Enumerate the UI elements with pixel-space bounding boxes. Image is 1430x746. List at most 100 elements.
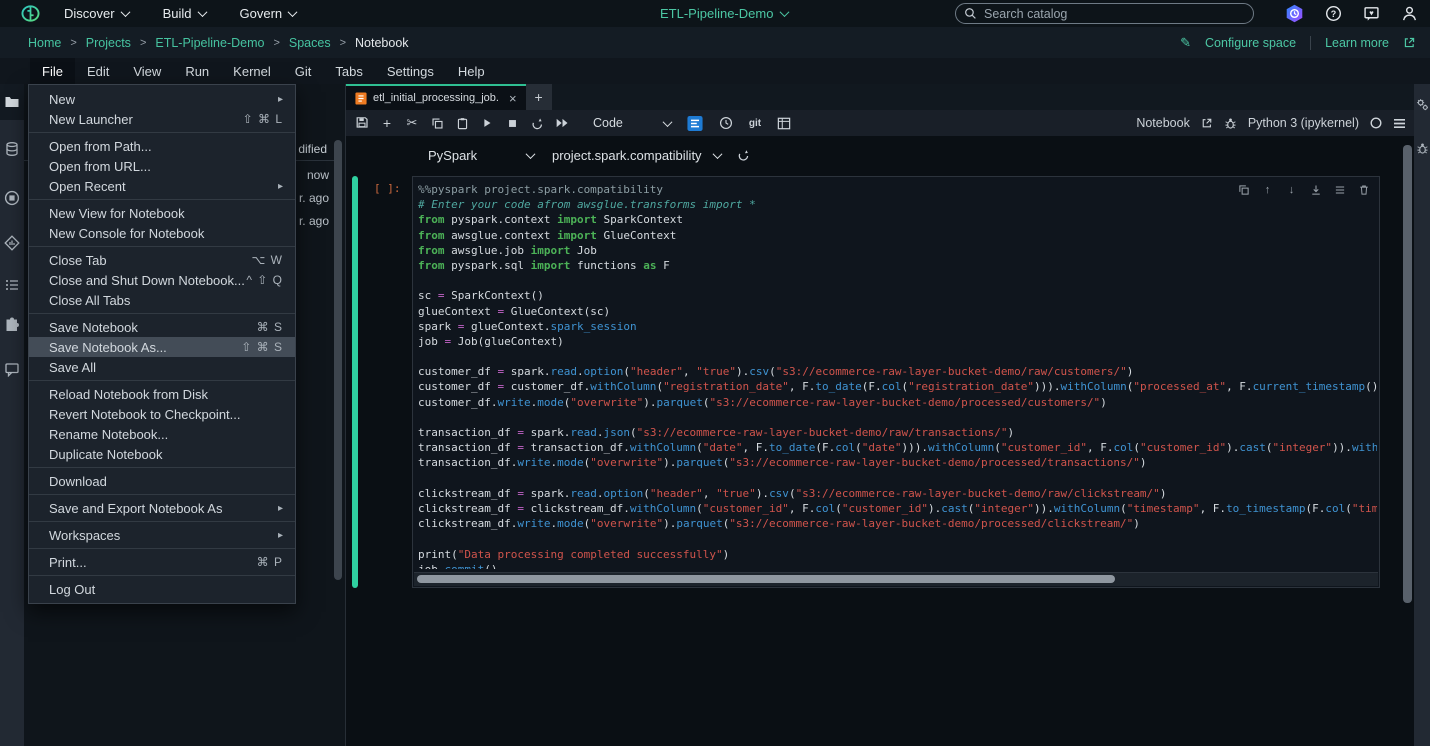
move-cell-down-icon[interactable]: ↓ [1284, 182, 1299, 197]
file-panel-scrollbar[interactable] [334, 140, 342, 580]
insert-cell-icon[interactable]: + [379, 115, 395, 131]
cut-cells-icon[interactable]: ✂ [404, 115, 420, 131]
menu-item-reload-notebook-from-disk[interactable]: Reload Notebook from Disk [29, 384, 295, 404]
menubar-item-edit[interactable]: Edit [75, 58, 121, 84]
format-code-icon[interactable] [687, 115, 703, 131]
assistant-q-icon[interactable] [1285, 4, 1304, 23]
menu-item-open-from-url[interactable]: Open from URL... [29, 156, 295, 176]
run-cell-icon[interactable] [479, 115, 495, 131]
menu-item-save-notebook[interactable]: Save Notebook⌘ S [29, 317, 295, 337]
menu-item-workspaces[interactable]: Workspaces▸ [29, 525, 295, 545]
save-icon[interactable] [354, 115, 370, 131]
menu-item-log-out[interactable]: Log Out [29, 579, 295, 599]
menu-item-open-from-path[interactable]: Open from Path... [29, 136, 295, 156]
active-cell-indicator[interactable] [352, 176, 358, 588]
menu-item-revert-notebook-to-checkpoint[interactable]: Revert Notebook to Checkpoint... [29, 404, 295, 424]
toolbar-menu-icon[interactable] [1393, 118, 1406, 129]
top-menu-build[interactable]: Build [163, 6, 206, 21]
project-switcher[interactable]: ETL-Pipeline-Demo [660, 0, 788, 27]
paste-cells-icon[interactable] [454, 115, 470, 131]
menu-item-save-all[interactable]: Save All [29, 357, 295, 377]
cell-horizontal-scrollbar[interactable] [414, 572, 1378, 586]
copy-cells-icon[interactable] [429, 115, 445, 131]
menu-item-close-tab[interactable]: Close Tab⌥ W [29, 250, 295, 270]
insert-cell-below-icon[interactable] [1308, 182, 1323, 197]
data-browser-icon[interactable] [4, 141, 20, 157]
more-actions-icon[interactable] [1332, 182, 1347, 197]
menu-item-rename-notebook[interactable]: Rename Notebook... [29, 424, 295, 444]
breadcrumb-item-home[interactable]: Home [28, 36, 61, 50]
table-of-contents-icon[interactable] [4, 277, 20, 293]
menu-separator [29, 575, 295, 576]
feedback-icon[interactable]: ♥ [1363, 5, 1380, 22]
menu-item-new-console-for-notebook[interactable]: New Console for Notebook [29, 223, 295, 243]
kernel-status-icon[interactable] [1370, 117, 1382, 129]
top-menu-govern[interactable]: Govern [240, 6, 297, 21]
running-kernels-icon[interactable] [4, 190, 20, 206]
open-external-icon[interactable] [1201, 117, 1213, 129]
file-list-modified-header[interactable]: dified [298, 142, 327, 156]
git-panel-icon[interactable] [4, 235, 20, 251]
top-menu-discover[interactable]: Discover [64, 6, 129, 21]
menubar-item-tabs[interactable]: Tabs [323, 58, 374, 84]
menu-item-new[interactable]: New▸ [29, 89, 295, 109]
move-cell-up-icon[interactable]: ↑ [1260, 182, 1275, 197]
notebook-tab[interactable]: etl_initial_processing_job. × [346, 84, 526, 110]
breadcrumb-item-etl-pipeline-demo[interactable]: ETL-Pipeline-Demo [155, 36, 264, 50]
menu-item-download[interactable]: Download [29, 471, 295, 491]
breadcrumb-item-spaces[interactable]: Spaces [289, 36, 331, 50]
help-icon[interactable]: ? [1325, 5, 1342, 22]
extensions-icon[interactable] [4, 317, 20, 333]
restart-kernel-icon[interactable] [529, 115, 545, 131]
debugger-sidebar-icon[interactable] [1416, 142, 1429, 155]
menu-item-save-notebook-as[interactable]: Save Notebook As...⇧ ⌘ S [29, 337, 295, 357]
configure-space-link[interactable]: Configure space [1205, 36, 1296, 50]
menu-item-open-recent[interactable]: Open Recent▸ [29, 176, 295, 196]
user-icon[interactable] [1401, 5, 1418, 22]
menubar-item-help[interactable]: Help [446, 58, 497, 84]
chat-panel-icon[interactable] [4, 361, 20, 377]
file-list-modified-value[interactable]: r. ago [299, 191, 329, 205]
file-list-modified-value[interactable]: now [307, 168, 329, 182]
duplicate-cell-icon[interactable] [1236, 182, 1251, 197]
language-select[interactable]: PySpark [428, 148, 534, 163]
restart-run-all-icon[interactable] [554, 115, 570, 131]
notebook-vertical-scrollbar[interactable] [1403, 145, 1412, 603]
menu-item-new-view-for-notebook[interactable]: New View for Notebook [29, 203, 295, 223]
code-cell-editor[interactable]: %%pyspark project.spark.compatibility# E… [412, 176, 1380, 588]
notebook-mode-label[interactable]: Notebook [1136, 116, 1190, 130]
search-box[interactable]: Search catalog [955, 3, 1254, 24]
learn-more-link[interactable]: Learn more [1325, 36, 1389, 50]
refresh-icon[interactable] [737, 149, 750, 162]
menu-item-duplicate-notebook[interactable]: Duplicate Notebook [29, 444, 295, 464]
file-list-modified-value[interactable]: r. ago [299, 214, 329, 228]
scrollbar-thumb[interactable] [417, 575, 1115, 583]
menubar-item-file[interactable]: File [30, 58, 75, 84]
breadcrumb-item-projects[interactable]: Projects [86, 36, 131, 50]
menubar-item-view[interactable]: View [121, 58, 173, 84]
menubar-item-run[interactable]: Run [173, 58, 221, 84]
menubar-item-kernel[interactable]: Kernel [221, 58, 283, 84]
notebook-tools-icon[interactable] [776, 115, 792, 131]
menu-item-new-launcher[interactable]: New Launcher⇧ ⌘ L [29, 109, 295, 129]
git-icon[interactable]: git [747, 115, 763, 131]
debugger-icon[interactable] [1224, 117, 1237, 130]
close-icon[interactable]: × [509, 91, 517, 106]
menubar-item-settings[interactable]: Settings [375, 58, 446, 84]
code-area[interactable]: %%pyspark project.spark.compatibility# E… [418, 182, 1377, 569]
spark-profile-select[interactable]: project.spark.compatibility [552, 148, 721, 163]
menu-item-print[interactable]: Print...⌘ P [29, 552, 295, 572]
menubar-item-git[interactable]: Git [283, 58, 324, 84]
cell-type-select[interactable]: Code [593, 116, 671, 130]
menu-item-close-all-tabs[interactable]: Close All Tabs [29, 290, 295, 310]
kernel-name-label[interactable]: Python 3 (ipykernel) [1248, 116, 1359, 130]
new-tab-button[interactable]: + [526, 84, 552, 110]
menu-item-close-and-shut-down-notebook[interactable]: Close and Shut Down Notebook...^ ⇧ Q [29, 270, 295, 290]
property-inspector-icon[interactable] [1416, 98, 1429, 111]
menu-item-save-and-export-notebook-as[interactable]: Save and Export Notebook As▸ [29, 498, 295, 518]
history-icon[interactable] [718, 115, 734, 131]
stop-kernel-icon[interactable] [504, 115, 520, 131]
file-browser-icon[interactable] [4, 94, 20, 110]
delete-cell-icon[interactable] [1356, 182, 1371, 197]
brand-logo-icon[interactable] [20, 3, 41, 24]
